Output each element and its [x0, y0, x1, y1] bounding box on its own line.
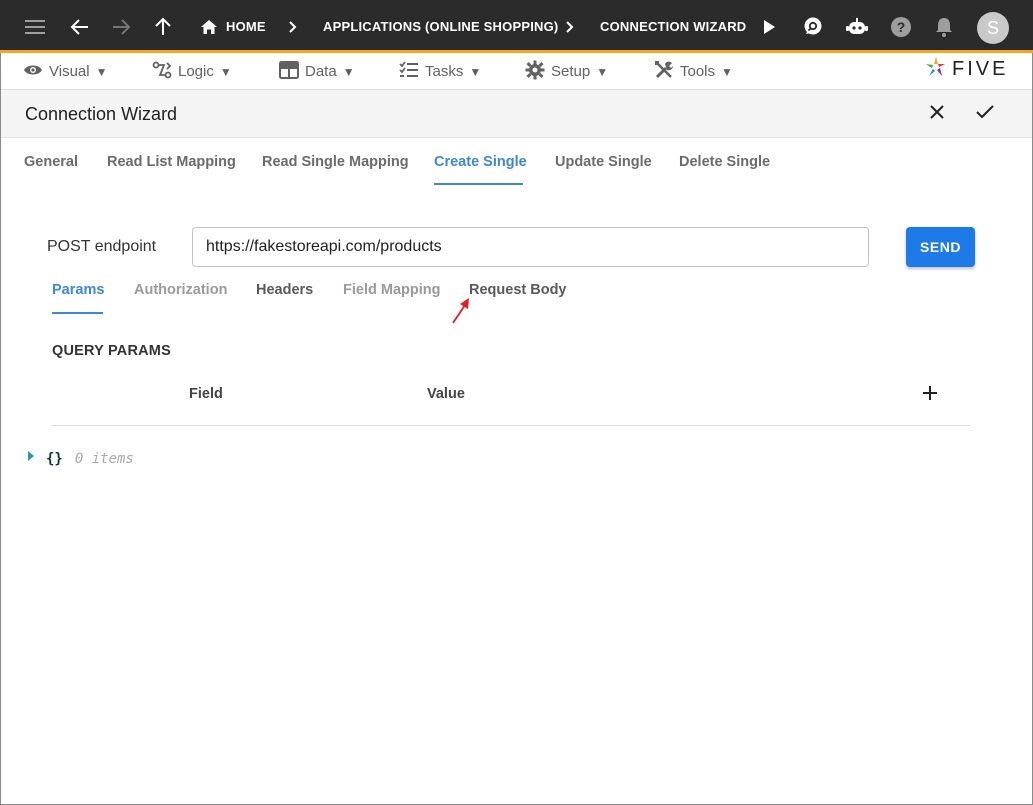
home-icon	[200, 19, 218, 35]
caret-down-icon: ▼	[342, 64, 355, 79]
menu-tasks-label: Tasks	[425, 63, 464, 80]
menu-setup[interactable]: Setup ▼	[525, 53, 608, 90]
five-logo-icon	[924, 55, 948, 84]
menu-logic[interactable]: Logic ▼	[152, 53, 232, 90]
gear-icon	[525, 60, 545, 84]
eye-icon	[23, 63, 43, 81]
menu-data-label: Data	[305, 63, 337, 80]
hamburger-menu-icon[interactable]	[24, 0, 46, 53]
active-tab-indicator	[434, 183, 523, 185]
avatar[interactable]: S	[977, 12, 1009, 44]
svg-text:?: ?	[897, 19, 906, 35]
chevron-right-icon	[288, 0, 298, 53]
caret-down-icon: ▼	[721, 64, 733, 79]
tab-update-single[interactable]: Update Single	[555, 154, 652, 170]
bell-icon[interactable]	[934, 0, 954, 53]
top-bar: HOME APPLICATIONS (ONLINE SHOPPING) CONN…	[0, 0, 1033, 53]
breadcrumb-applications[interactable]: APPLICATIONS (ONLINE SHOPPING)	[323, 0, 558, 53]
column-header-value: Value	[427, 386, 465, 402]
tab-general[interactable]: General	[24, 154, 78, 170]
caret-down-icon: ▼	[95, 64, 108, 79]
caret-down-icon: ▼	[469, 64, 482, 79]
tab-read-list-mapping[interactable]: Read List Mapping	[107, 154, 236, 170]
query-params-title: QUERY PARAMS	[52, 343, 171, 359]
five-logo: FIVE	[924, 56, 1008, 82]
caret-down-icon: ▼	[219, 64, 232, 79]
json-item-count: 0 items	[74, 451, 134, 467]
menu-tasks[interactable]: Tasks ▼	[399, 53, 481, 90]
table-icon	[279, 60, 299, 83]
endpoint-label: POST endpoint	[47, 238, 157, 255]
annotation-arrow-icon	[450, 296, 472, 331]
breadcrumb-home[interactable]: HOME	[200, 0, 266, 53]
json-viewer-root[interactable]: {} 0 items	[28, 451, 134, 467]
five-logo-text: FIVE	[952, 57, 1009, 80]
forward-arrow-icon[interactable]	[111, 0, 131, 53]
breadcrumb-connection-wizard-label: CONNECTION WIZARD	[600, 19, 747, 34]
subtab-authorization[interactable]: Authorization	[134, 282, 227, 298]
wizard-tabs: General Read List Mapping Read Single Ma…	[1, 140, 1032, 186]
menu-visual-label: Visual	[49, 63, 90, 80]
send-button[interactable]: SEND	[906, 227, 975, 267]
page-title: Connection Wizard	[25, 104, 178, 124]
breadcrumb-applications-label: APPLICATIONS (ONLINE SHOPPING)	[323, 19, 559, 34]
close-button[interactable]	[925, 102, 949, 126]
tools-icon	[654, 60, 674, 84]
tab-read-single-mapping[interactable]: Read Single Mapping	[262, 154, 409, 170]
check-icon	[976, 104, 994, 125]
expand-triangle-icon[interactable]	[28, 451, 34, 461]
breadcrumb-connection-wizard[interactable]: CONNECTION WIZARD	[600, 0, 746, 53]
menu-data[interactable]: Data ▼	[279, 53, 355, 90]
menu-visual[interactable]: Visual ▼	[23, 53, 107, 90]
menu-setup-label: Setup	[551, 63, 591, 80]
menu-tools[interactable]: Tools ▼	[654, 53, 733, 90]
divider	[52, 425, 970, 426]
page-title-bar: Connection Wizard	[1, 90, 1032, 138]
save-button[interactable]	[973, 102, 997, 126]
menu-bar: Visual ▼ Logic ▼ Data ▼ Tasks ▼ Setup ▼ …	[1, 53, 1032, 90]
logic-icon	[152, 61, 172, 83]
menu-tools-label: Tools	[680, 63, 716, 80]
tab-delete-single[interactable]: Delete Single	[679, 154, 770, 170]
subtab-headers[interactable]: Headers	[256, 282, 313, 298]
subtab-field-mapping[interactable]: Field Mapping	[343, 282, 440, 298]
caret-down-icon: ▼	[596, 64, 609, 79]
back-arrow-icon[interactable]	[70, 0, 90, 53]
tab-create-single[interactable]: Create Single	[434, 154, 527, 170]
up-arrow-icon[interactable]	[154, 0, 172, 53]
add-param-button[interactable]	[919, 384, 941, 406]
chevron-right-icon	[565, 0, 575, 53]
breadcrumb-home-label: HOME	[226, 19, 266, 34]
subtab-request-body[interactable]: Request Body	[469, 282, 567, 298]
close-icon	[929, 104, 945, 125]
menu-logic-label: Logic	[178, 63, 214, 80]
subtab-params[interactable]: Params	[52, 282, 104, 298]
search-bubble-icon[interactable]	[802, 0, 824, 53]
endpoint-url-input[interactable]	[192, 227, 869, 267]
tasks-icon	[399, 60, 419, 83]
robot-icon[interactable]	[845, 0, 869, 53]
play-icon[interactable]	[762, 0, 776, 53]
active-subtab-indicator	[52, 312, 103, 314]
json-braces: {}	[46, 451, 63, 467]
column-header-field: Field	[189, 386, 223, 402]
plus-icon	[922, 385, 938, 406]
help-icon[interactable]: ?	[890, 0, 912, 53]
